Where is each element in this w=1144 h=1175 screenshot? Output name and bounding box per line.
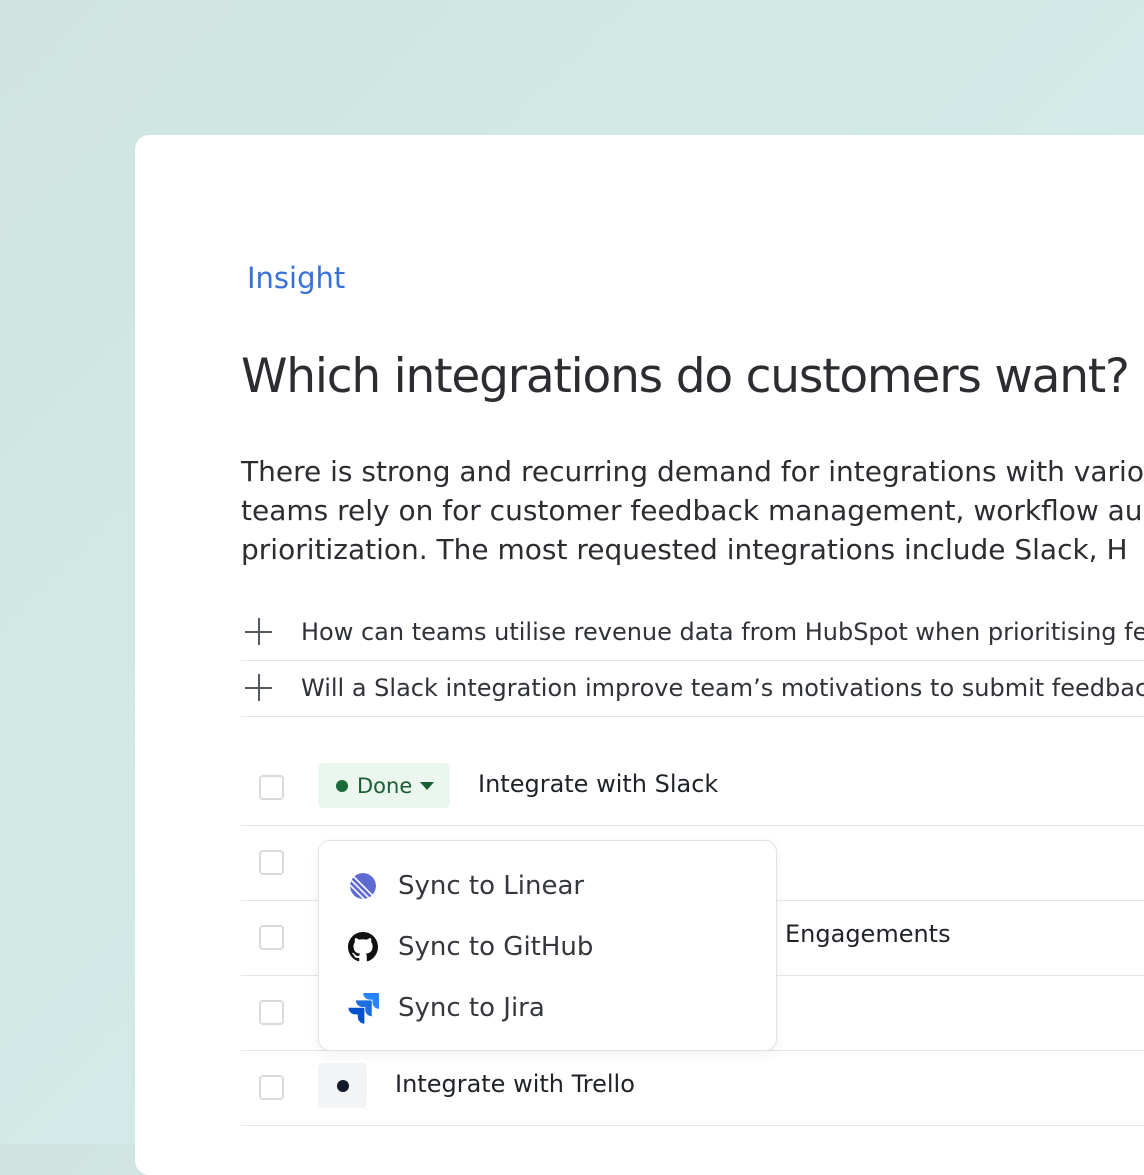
task-checkbox[interactable] <box>259 925 284 950</box>
menu-item-label: Sync to Jira <box>398 992 545 1023</box>
task-checkbox[interactable] <box>259 775 284 800</box>
task-title[interactable]: Integrate with Slack <box>478 770 718 798</box>
linear-icon <box>347 870 379 902</box>
question-row[interactable]: Will a Slack integration improve team’s … <box>241 660 1144 717</box>
question-text: Will a Slack integration improve team’s … <box>301 674 1144 702</box>
github-icon <box>347 931 379 963</box>
sync-menu: Sync to Linear Sync to GitHub Sync to Ji… <box>318 840 777 1051</box>
task-row[interactable]: Integrate with Trello <box>241 1051 1144 1126</box>
caret-down-icon <box>420 781 435 790</box>
plus-icon[interactable] <box>241 604 301 660</box>
plus-icon[interactable] <box>241 660 301 716</box>
sync-to-linear-item[interactable]: Sync to Linear <box>319 855 776 916</box>
status-dot-icon <box>336 779 348 792</box>
task-title[interactable]: Engagements <box>785 920 951 948</box>
sync-to-jira-item[interactable]: Sync to Jira <box>319 977 776 1038</box>
task-checkbox[interactable] <box>259 1000 284 1025</box>
task-title[interactable]: Integrate with Trello <box>395 1070 635 1098</box>
status-dropdown[interactable]: Done <box>318 763 450 808</box>
page-title: Which integrations do customers want? <box>241 349 1130 404</box>
question-row[interactable]: How can teams utilise revenue data from … <box>241 604 1144 661</box>
question-text: How can teams utilise revenue data from … <box>301 618 1144 646</box>
task-checkbox[interactable] <box>259 1075 284 1100</box>
insight-eyebrow[interactable]: Insight <box>247 261 345 295</box>
sync-to-github-item[interactable]: Sync to GitHub <box>319 916 776 977</box>
menu-item-label: Sync to Linear <box>398 870 585 901</box>
description-line: prioritization. The most requested integ… <box>241 533 1128 566</box>
description-line: teams rely on for customer feedback mana… <box>241 494 1143 527</box>
status-dot-icon <box>336 1079 349 1092</box>
status-dropdown[interactable] <box>318 1063 367 1108</box>
insight-card: Insight Which integrations do customers … <box>135 135 1144 1175</box>
insight-description: There is strong and recurring demand for… <box>241 452 1144 569</box>
jira-icon <box>347 992 379 1024</box>
description-line: There is strong and recurring demand for… <box>241 455 1144 488</box>
task-checkbox[interactable] <box>259 850 284 875</box>
menu-item-label: Sync to GitHub <box>398 931 594 962</box>
status-label: Done <box>357 773 413 798</box>
task-row[interactable]: Done Integrate with Slack <box>241 751 1144 826</box>
